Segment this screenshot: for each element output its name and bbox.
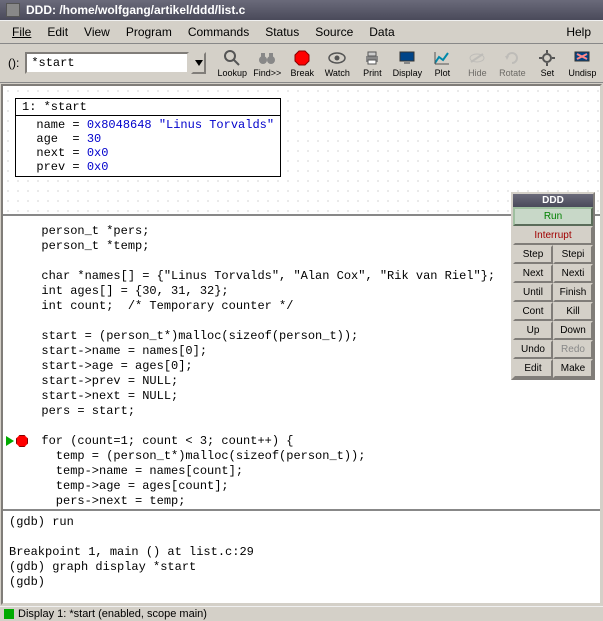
gear-icon <box>536 48 558 68</box>
arg-label: (): <box>4 56 23 70</box>
menu-view[interactable]: View <box>76 23 118 41</box>
menu-status[interactable]: Status <box>257 23 307 41</box>
app-icon <box>6 3 20 17</box>
step-button[interactable]: Step <box>513 245 553 264</box>
run-button[interactable]: Run <box>513 207 593 226</box>
find-button[interactable]: Find>> <box>251 47 284 79</box>
menu-help[interactable]: Help <box>558 23 599 41</box>
undo-button[interactable]: Undo <box>513 340 553 359</box>
up-button[interactable]: Up <box>513 321 553 340</box>
display-button[interactable]: Display <box>391 47 424 79</box>
display-box-body: name = 0x8048648 "Linus Torvalds" age = … <box>16 116 280 176</box>
chart-icon <box>431 48 453 68</box>
printer-icon <box>361 48 383 68</box>
hide-button[interactable]: Hide <box>461 47 494 79</box>
set-button[interactable]: Set <box>531 47 564 79</box>
monitor-icon <box>396 48 418 68</box>
cont-button[interactable]: Cont <box>513 302 553 321</box>
redo-button[interactable]: Redo <box>553 340 593 359</box>
status-indicator-icon <box>4 609 14 619</box>
menu-source[interactable]: Source <box>307 23 361 41</box>
menu-data[interactable]: Data <box>361 23 402 41</box>
nexti-button[interactable]: Nexti <box>553 264 593 283</box>
arg-input[interactable] <box>25 52 189 74</box>
menu-edit[interactable]: Edit <box>39 23 76 41</box>
menu-program[interactable]: Program <box>118 23 180 41</box>
rotate-icon <box>501 48 523 68</box>
interrupt-button[interactable]: Interrupt <box>513 226 593 245</box>
finish-button[interactable]: Finish <box>553 283 593 302</box>
command-tool[interactable]: DDD Run Interrupt StepStepi NextNexti Un… <box>511 192 595 380</box>
command-tool-title: DDD <box>513 194 593 207</box>
gdb-console[interactable]: (gdb) run Breakpoint 1, main () at list.… <box>3 511 600 603</box>
toolbar: (): Lookup Find>> Break Watch Print Disp… <box>0 44 603 83</box>
menubar: File Edit View Program Commands Status S… <box>0 20 603 44</box>
watch-button[interactable]: Watch <box>321 47 354 79</box>
undisplay-icon <box>571 48 593 68</box>
stepi-button[interactable]: Stepi <box>553 245 593 264</box>
window-title: DDD: /home/wolfgang/artikel/ddd/list.c <box>26 3 245 17</box>
chevron-down-icon <box>195 60 203 66</box>
plot-button[interactable]: Plot <box>426 47 459 79</box>
edit-button[interactable]: Edit <box>513 359 553 378</box>
titlebar: DDD: /home/wolfgang/artikel/ddd/list.c <box>0 0 603 20</box>
lookup-button[interactable]: Lookup <box>216 47 249 79</box>
print-button[interactable]: Print <box>356 47 389 79</box>
status-text: Display 1: *start (enabled, scope main) <box>18 608 207 620</box>
display-box-title: 1: *start <box>16 99 280 116</box>
magnifier-icon <box>221 48 243 68</box>
kill-button[interactable]: Kill <box>553 302 593 321</box>
break-button[interactable]: Break <box>286 47 319 79</box>
next-button[interactable]: Next <box>513 264 553 283</box>
menu-file[interactable]: File <box>4 23 39 41</box>
binoculars-icon <box>256 48 278 68</box>
hide-icon <box>466 48 488 68</box>
menu-commands[interactable]: Commands <box>180 23 257 41</box>
display-box-1[interactable]: 1: *start name = 0x8048648 "Linus Torval… <box>15 98 281 177</box>
until-button[interactable]: Until <box>513 283 553 302</box>
rotate-button[interactable]: Rotate <box>496 47 529 79</box>
down-button[interactable]: Down <box>553 321 593 340</box>
arg-history-dropdown[interactable] <box>191 52 206 74</box>
make-button[interactable]: Make <box>553 359 593 378</box>
eye-icon <box>326 48 348 68</box>
undisp-button[interactable]: Undisp <box>566 47 599 79</box>
stop-icon <box>291 48 313 68</box>
